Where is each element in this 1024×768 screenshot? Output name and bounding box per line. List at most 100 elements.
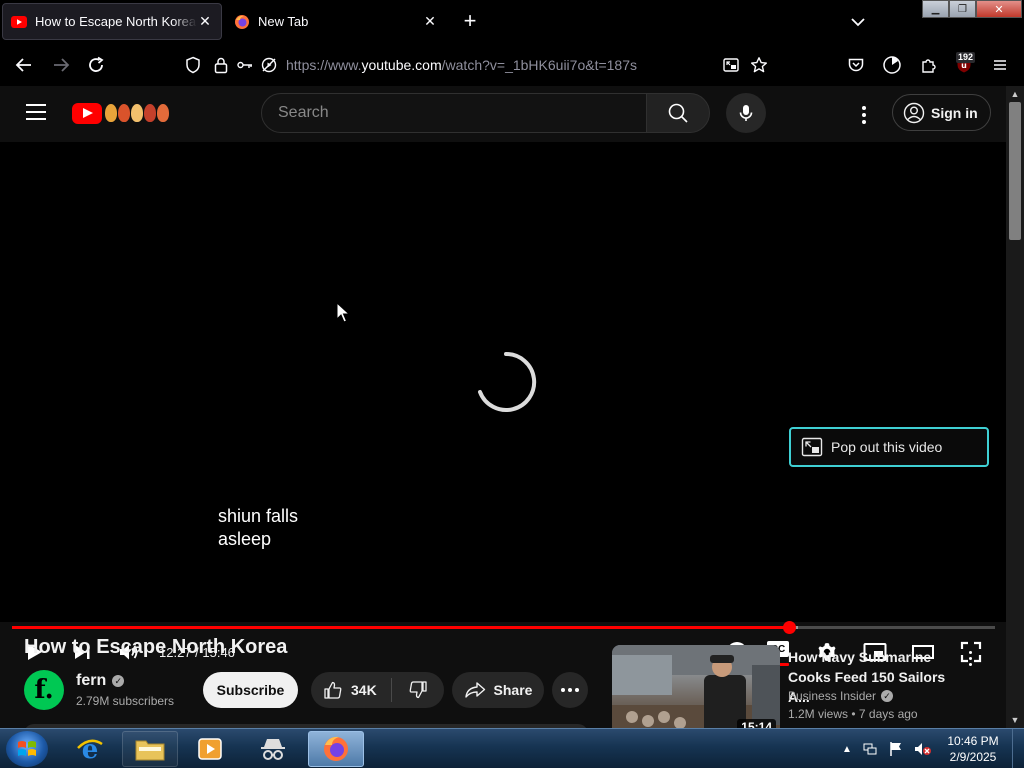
pop-out-label: Pop out this video: [831, 439, 943, 455]
subscriber-count: 2.79M subscribers: [76, 694, 175, 708]
bookmark-star-icon[interactable]: [748, 54, 770, 76]
pocket-icon[interactable]: [845, 54, 867, 76]
voice-search-button[interactable]: [726, 93, 766, 133]
window-controls: ▁ ❐ ✕: [922, 0, 1022, 18]
verified-check-icon: ✓: [112, 675, 125, 687]
youtube-play-logo-icon: [72, 102, 102, 124]
taskbar-file-explorer[interactable]: [122, 731, 178, 767]
scrubber-handle[interactable]: [782, 621, 796, 634]
reload-icon[interactable]: [85, 54, 107, 76]
tab-close-icon[interactable]: ✕: [197, 13, 213, 30]
show-hidden-icons-arrow-icon[interactable]: ▲: [842, 744, 852, 755]
like-dislike-group: 34K: [311, 672, 444, 708]
share-arrow-icon: [464, 682, 485, 698]
tab-new-tab[interactable]: New Tab ✕: [226, 3, 446, 40]
close-window-button[interactable]: ✕: [976, 0, 1022, 18]
recommended-video-menu-icon[interactable]: [964, 647, 976, 669]
caption-line: shiun falls: [218, 506, 299, 526]
show-desktop-button[interactable]: [1012, 729, 1024, 768]
sign-in-button[interactable]: Sign in: [892, 94, 991, 131]
mouse-cursor-icon: [336, 302, 350, 323]
channel-name: fern: [76, 672, 107, 689]
settings-more-icon[interactable]: [852, 103, 876, 127]
progress-bar[interactable]: [12, 621, 995, 634]
channel-name-link[interactable]: fern ✓: [76, 672, 125, 690]
tab-close-icon[interactable]: ✕: [422, 13, 438, 30]
guide-menu-icon[interactable]: [26, 104, 46, 120]
list-all-tabs-chevron-icon[interactable]: [848, 12, 868, 32]
lock-icon[interactable]: [210, 54, 232, 76]
dislike-button[interactable]: [392, 680, 444, 700]
new-tab-button[interactable]: +: [458, 10, 482, 34]
maximize-button[interactable]: ❐: [949, 0, 976, 18]
subscribe-button[interactable]: Subscribe: [203, 672, 298, 708]
recommended-channel[interactable]: Business Insider ✓: [788, 689, 894, 703]
start-button[interactable]: [6, 731, 48, 767]
page-scrollbar[interactable]: ▲ ▼: [1006, 86, 1024, 728]
recommended-video[interactable]: 15:14 How Navy Submarine Cooks Feed 150 …: [612, 645, 992, 728]
recommended-video-meta: 1.2M views • 7 days ago: [788, 707, 918, 721]
youtube-masthead: Sign in: [0, 86, 1006, 142]
taskbar-internet-explorer[interactable]: e: [62, 731, 118, 767]
volume-muted-icon[interactable]: [914, 741, 932, 757]
permissions-key-icon[interactable]: [234, 54, 256, 76]
scrollbar-thumb[interactable]: [1009, 102, 1021, 240]
channel-avatar[interactable]: f.: [24, 670, 64, 710]
sign-in-label: Sign in: [931, 104, 978, 121]
internet-explorer-icon: e: [77, 735, 103, 764]
search-button[interactable]: [646, 93, 710, 133]
url-text: https://www.youtube.com/watch?v=_1bHK6ui…: [286, 57, 637, 73]
folder-icon: [135, 740, 165, 761]
windows-taskbar: e ▲ 10:46 PM 2/9/2025: [0, 728, 1024, 768]
minimize-button[interactable]: ▁: [922, 0, 949, 18]
video-player[interactable]: Pop out this video shiun falls asleep 12…: [0, 142, 1006, 666]
search-input[interactable]: [262, 94, 646, 132]
url-prefix: https://www.: [286, 57, 362, 73]
recommended-video-thumbnail[interactable]: 15:14: [612, 645, 780, 728]
like-button[interactable]: 34K: [311, 680, 391, 700]
taskbar-media-player[interactable]: [182, 731, 238, 767]
like-count: 34K: [351, 682, 377, 698]
ublock-blocked-count-badge: 192: [956, 52, 976, 63]
search-field[interactable]: [261, 93, 647, 133]
progress-played: [12, 626, 789, 629]
pop-out-icon: [801, 437, 823, 457]
firefox-icon: [324, 736, 348, 761]
autoplay-blocked-icon[interactable]: [258, 54, 280, 76]
app-menu-hamburger-icon[interactable]: [989, 54, 1011, 76]
system-clock[interactable]: 10:46 PM 2/9/2025: [940, 733, 1006, 765]
svg-text:e: e: [82, 735, 99, 764]
caption-line: asleep: [218, 529, 272, 549]
loading-spinner-icon: [478, 351, 537, 412]
share-button[interactable]: Share: [452, 672, 544, 708]
tab-title: How to Escape North Korea - YouTube: [35, 14, 197, 29]
youtube-logo[interactable]: [72, 102, 169, 124]
address-bar[interactable]: https://www.youtube.com/watch?v=_1bHK6ui…: [178, 50, 780, 80]
scroll-down-arrow-icon[interactable]: ▼: [1006, 712, 1024, 728]
tab-title: New Tab: [258, 14, 309, 29]
network-icon[interactable]: [862, 741, 878, 757]
search-icon: [668, 103, 688, 123]
account-sync-icon[interactable]: [881, 54, 903, 76]
thumbs-down-icon: [409, 681, 427, 699]
pop-out-video-button[interactable]: Pop out this video: [789, 427, 989, 467]
picture-in-picture-icon[interactable]: [720, 54, 742, 76]
firefox-favicon-icon: [234, 14, 250, 30]
taskbar-incognito-app[interactable]: [245, 731, 301, 767]
action-center-flag-icon[interactable]: [888, 741, 904, 757]
url-path: /watch?v=_1bHK6uii7o&t=187s: [441, 57, 637, 73]
more-actions-button[interactable]: [552, 672, 588, 708]
incognito-icon: [261, 739, 285, 760]
windows-logo-icon: [18, 741, 36, 756]
browser-nav-bar: https://www.youtube.com/watch?v=_1bHK6ui…: [0, 44, 1024, 86]
thumbs-up-icon: [324, 681, 342, 699]
tracking-protection-shield-icon[interactable]: [182, 54, 204, 76]
scroll-up-arrow-icon[interactable]: ▲: [1006, 86, 1024, 102]
browser-tab-strip: How to Escape North Korea - YouTube ✕ Ne…: [0, 0, 1024, 44]
recommended-channel-name: Business Insider: [788, 689, 877, 703]
taskbar-firefox[interactable]: [308, 731, 364, 767]
forward-arrow-icon[interactable]: [50, 54, 72, 76]
extensions-puzzle-icon[interactable]: [918, 54, 940, 76]
tab-youtube-video[interactable]: How to Escape North Korea - YouTube ✕: [2, 3, 222, 40]
back-arrow-icon[interactable]: [13, 54, 35, 76]
